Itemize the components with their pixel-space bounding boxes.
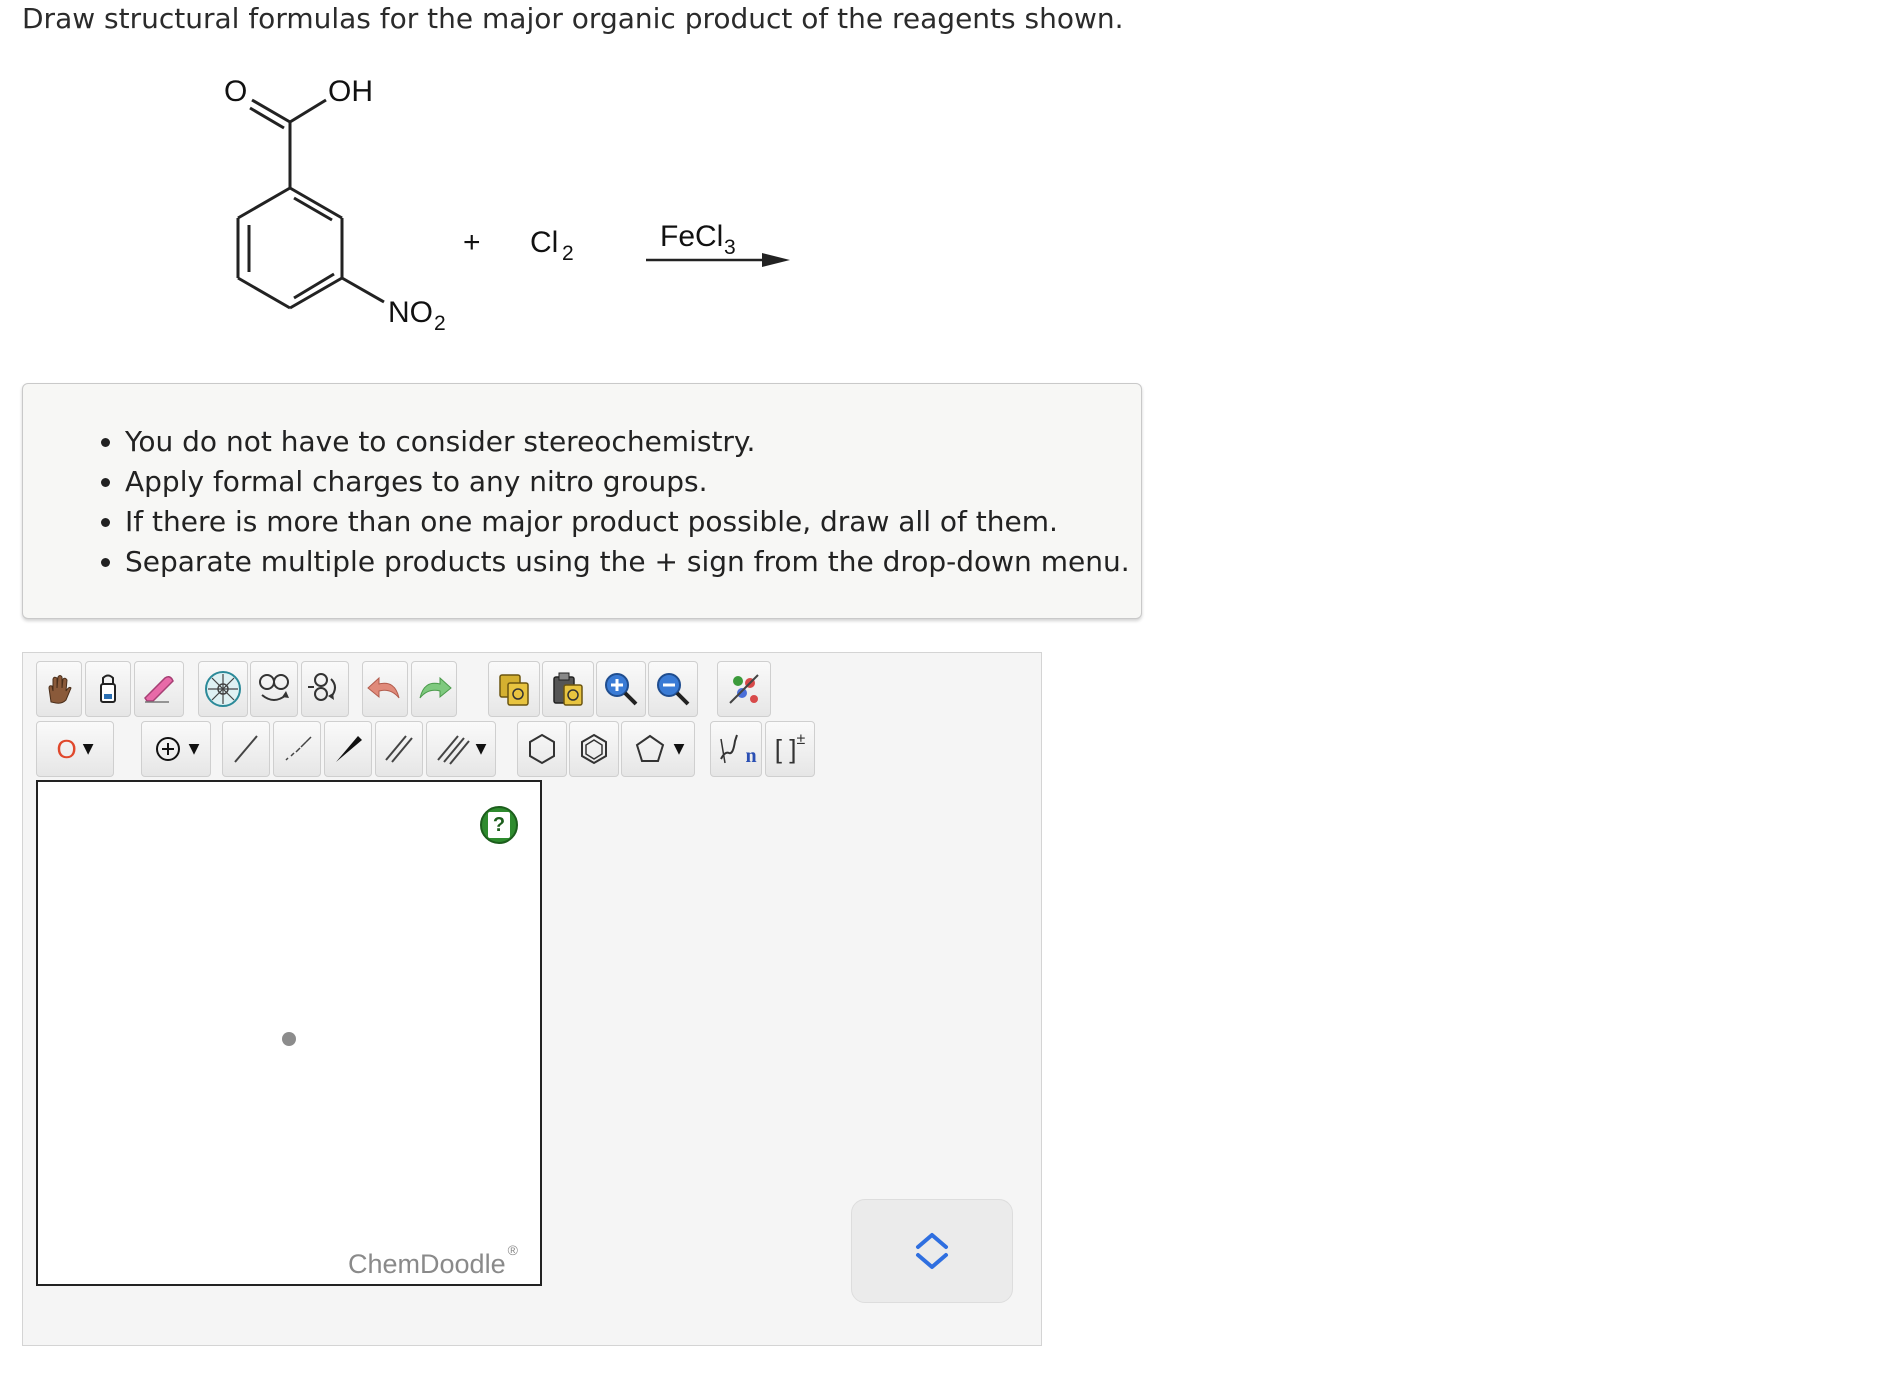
pentagon-ring-icon [635, 734, 664, 762]
double-bond-icon [385, 735, 413, 763]
instruction-item: You do not have to consider stereochemis… [125, 422, 1141, 462]
single-bond-button[interactable] [222, 721, 270, 777]
charge-selector-dropdown[interactable]: ▼ [141, 721, 211, 777]
hydroxyl-label: OH [328, 75, 373, 108]
plus-sign: + [463, 226, 481, 259]
canvas-cursor-dot [282, 1032, 296, 1046]
wedge-bond-icon [336, 736, 362, 762]
reagent-label: Cl [530, 226, 558, 259]
flip-button[interactable] [301, 661, 349, 717]
benzene-button[interactable] [569, 721, 619, 777]
instruction-item: Separate multiple products using the + s… [125, 542, 1141, 582]
eraser-tool-button[interactable] [134, 661, 184, 717]
single-bond-icon [234, 735, 258, 763]
drawing-canvas[interactable]: ? ChemDoodle ® [36, 780, 542, 1286]
hashed-bond-button[interactable] [273, 721, 321, 777]
hashed-wedge-bond-icon [285, 736, 312, 761]
pan-tool-button[interactable] [36, 661, 82, 717]
chevron-down-icon: ▼ [673, 741, 685, 757]
ring-dropdown[interactable]: ▼ [621, 721, 695, 777]
positive-charge-icon [155, 737, 180, 761]
instructions-list: You do not have to consider stereochemis… [23, 422, 1141, 582]
template-tool-button[interactable] [198, 661, 248, 717]
chemdoodle-watermark: ChemDoodle ® [348, 1242, 518, 1280]
oxygen-label: O [224, 75, 247, 108]
sgroup-subscript: n [745, 744, 757, 767]
wedge-bond-button[interactable] [324, 721, 372, 777]
nitro-label: NO [388, 296, 433, 329]
bracket-charge-superscript: ± [796, 731, 806, 748]
cyclohexane-button[interactable] [517, 721, 567, 777]
hand-icon [48, 675, 72, 704]
expand-chevrons-icon [916, 1233, 948, 1269]
sgroup-button[interactable]: n [710, 721, 762, 777]
fused-rings-icon [259, 674, 289, 701]
bracket-charge-button[interactable]: [ ] ± [765, 721, 815, 777]
reaction-arrow [646, 253, 790, 267]
reagent-subscript: 2 [562, 242, 574, 265]
zoom-in-icon [605, 673, 638, 706]
help-button[interactable]: ? [480, 806, 518, 844]
lasso-tool-button[interactable] [85, 661, 131, 717]
reaction-scheme-drawing: O OH NO 2 + Cl 2 FeCl 3 [224, 75, 790, 335]
hexagon-ring-icon [529, 733, 555, 765]
bond-type-dropdown[interactable]: ▼ [426, 721, 496, 777]
chevron-down-icon: ▼ [82, 741, 94, 757]
expand-editor-button[interactable] [851, 1199, 1013, 1303]
copy-button[interactable] [488, 661, 540, 717]
chemdoodle-editor: O ▼ ▼ ▼ ▼ n [] ± ? ChemDoodle ® [22, 652, 1042, 1346]
template-wheel-icon [205, 671, 241, 707]
benzene-ring-icon [581, 733, 607, 765]
eraser-icon [144, 675, 174, 703]
clean-structure-icon [729, 674, 759, 704]
paste-button[interactable] [542, 661, 594, 717]
watermark-text: ChemDoodle [348, 1249, 506, 1279]
question-text: Draw structural formulas for the major o… [22, 2, 1124, 35]
redo-button[interactable] [411, 661, 457, 717]
ring-fusion-button[interactable] [250, 661, 298, 717]
atom-selector-dropdown[interactable]: O ▼ [36, 721, 114, 777]
undo-icon [367, 676, 400, 699]
nitro-subscript: 2 [434, 312, 446, 335]
nitro-bond [341, 276, 385, 304]
copy-icon [499, 674, 529, 706]
redo-icon [419, 676, 452, 699]
instruction-item: If there is more than one major product … [125, 502, 1141, 542]
atom-selector-label: O [56, 733, 77, 764]
paste-icon [553, 672, 583, 706]
flip-molecule-icon [308, 673, 336, 701]
reaction-scheme: O OH NO 2 + Cl 2 FeCl 3 [200, 60, 820, 350]
benzene-ring [236, 186, 344, 310]
zoom-in-button[interactable] [596, 661, 646, 717]
instruction-item: Apply formal charges to any nitro groups… [125, 462, 1141, 502]
chevron-down-icon: ▼ [188, 741, 200, 757]
undo-button[interactable] [362, 661, 408, 717]
zoom-out-icon [657, 673, 690, 706]
double-bond-button[interactable] [375, 721, 423, 777]
instructions-box: You do not have to consider stereochemis… [22, 383, 1142, 619]
carboxyl-bonds [249, 98, 327, 188]
chevron-down-icon: ▼ [475, 741, 487, 757]
lasso-icon [100, 674, 116, 703]
bracket-label: [ ] [774, 733, 797, 764]
catalyst-subscript: 3 [724, 236, 736, 259]
help-icon: ? [488, 812, 510, 838]
zoom-out-button[interactable] [648, 661, 698, 717]
triple-bond-icon [436, 735, 470, 765]
registered-mark: ® [507, 1242, 518, 1258]
catalyst-label: FeCl [660, 220, 723, 253]
clean-button[interactable] [717, 661, 771, 717]
